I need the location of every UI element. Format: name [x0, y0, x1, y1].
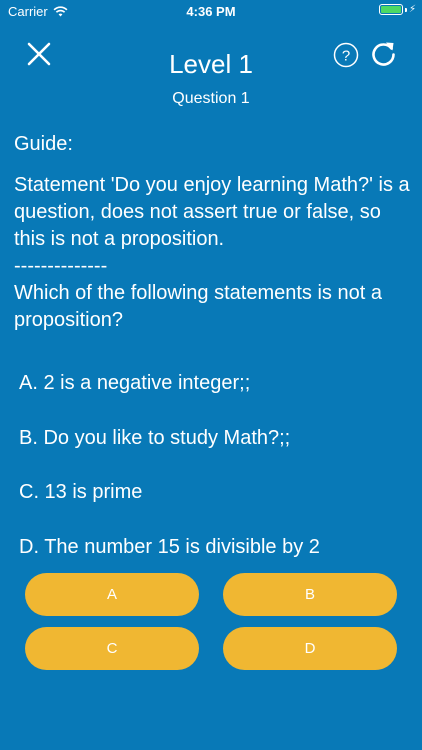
option-b: B. Do you like to study Math?;;	[19, 426, 291, 449]
help-circle-icon[interactable]: ?	[333, 42, 359, 68]
options-list: A. 2 is a negative integer;; B. Do you l…	[19, 370, 409, 588]
battery-tip	[404, 7, 407, 12]
svg-text:?: ?	[342, 48, 350, 65]
question-content: Guide: Statement 'Do you enjoy learning …	[14, 131, 412, 334]
question-text: Which of the following statements is not…	[14, 282, 388, 331]
answer-a-button[interactable]: A	[25, 573, 199, 616]
guide-label: Guide:	[14, 133, 73, 155]
refresh-icon[interactable]	[369, 40, 398, 69]
answer-d-button[interactable]: D	[223, 627, 397, 670]
option-c: C. 13 is prime	[19, 481, 143, 503]
answer-b-button[interactable]: B	[223, 573, 397, 616]
guide-explanation: Statement 'Do you enjoy learning Math?' …	[14, 174, 416, 250]
charging-icon: ⚡	[408, 4, 416, 15]
question-number: Question 1	[172, 90, 250, 107]
battery-icon	[378, 4, 403, 15]
answer-c-button[interactable]: C	[25, 627, 199, 670]
status-bar: Carrier 4:36 PM ⚡	[0, 0, 422, 22]
quiz-screen: Carrier 4:36 PM ⚡ Level 1 Question 1 ? G…	[0, 0, 422, 750]
separator-line: --------------	[14, 255, 108, 277]
option-a: A. 2 is a negative integer;;	[19, 372, 251, 394]
status-right: ⚡	[378, 4, 416, 15]
status-time: 4:36 PM	[186, 4, 236, 19]
